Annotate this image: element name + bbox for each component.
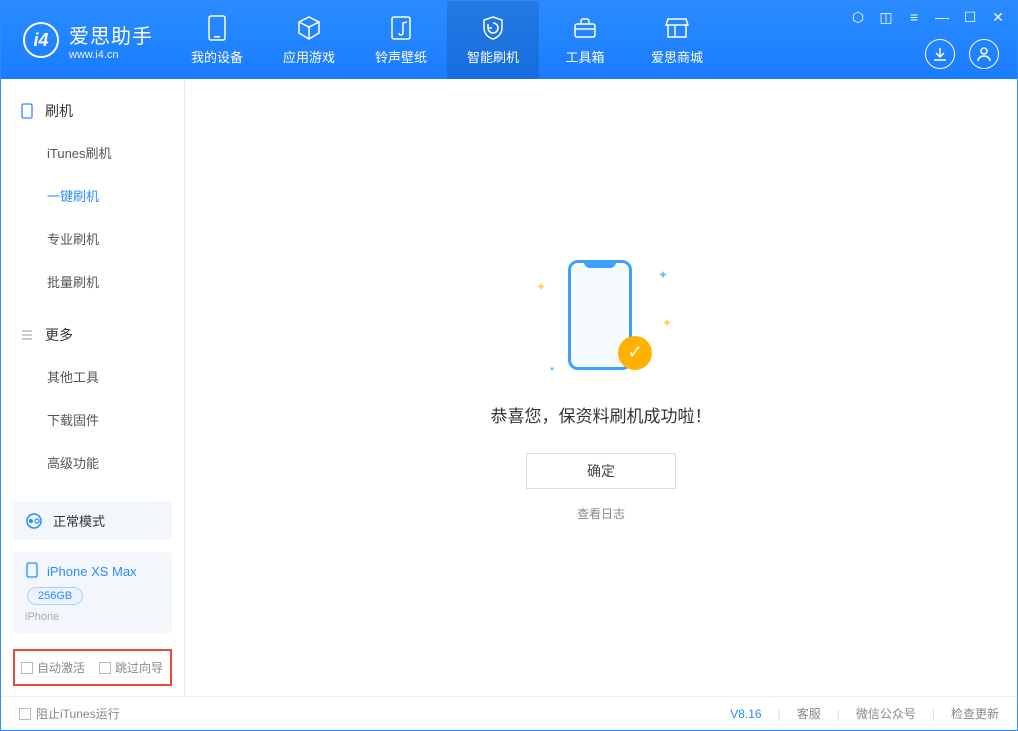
nav-label: 工具箱 xyxy=(565,47,604,66)
nav-label: 爱思商城 xyxy=(651,47,703,66)
maximize-icon[interactable]: ☐ xyxy=(961,9,979,26)
device-name: iPhone XS Max xyxy=(47,564,137,579)
section-title: 更多 xyxy=(45,325,73,345)
app-url: www.i4.cn xyxy=(69,49,153,61)
sidebar-section-flash: 刷机 iTunes刷机 一键刷机 专业刷机 批量刷机 xyxy=(1,79,184,303)
lock-icon[interactable]: ◫ xyxy=(877,9,895,26)
close-icon[interactable]: ✕ xyxy=(989,9,1007,26)
titlebar-controls: ⬡ ◫ ≡ — ☐ ✕ xyxy=(849,9,1007,26)
phone-notch-icon xyxy=(584,260,616,268)
user-button[interactable] xyxy=(969,39,999,69)
nav-tabs: 我的设备 应用游戏 铃声壁纸 智能刷机 工具箱 爱思商城 xyxy=(171,1,723,79)
footer-right: V8.16 | 客服 | 微信公众号 | 检查更新 xyxy=(730,705,999,722)
logo-area: i4 爱思助手 www.i4.cn xyxy=(1,20,171,61)
device-icon xyxy=(25,562,39,581)
checkbox-label: 跳过向导 xyxy=(115,659,163,676)
cube-icon xyxy=(296,15,322,41)
sidebar-header-more[interactable]: 更多 xyxy=(1,315,184,355)
footer-bar: 阻止iTunes运行 V8.16 | 客服 | 微信公众号 | 检查更新 xyxy=(1,696,1017,730)
list-icon xyxy=(19,327,35,343)
checkbox-label: 自动激活 xyxy=(37,659,85,676)
result-message: 恭喜您，保资料刷机成功啦！ xyxy=(491,402,712,427)
nav-tab-apps[interactable]: 应用游戏 xyxy=(263,1,355,79)
tshirt-icon[interactable]: ⬡ xyxy=(849,9,867,26)
footer-link-support[interactable]: 客服 xyxy=(797,705,821,722)
checkbox-label: 阻止iTunes运行 xyxy=(36,705,120,722)
bottom-options-highlighted: 自动激活 跳过向导 xyxy=(13,649,172,686)
shop-icon xyxy=(664,15,690,41)
mode-card[interactable]: 正常模式 xyxy=(13,501,172,540)
block-itunes-checkbox[interactable]: 阻止iTunes运行 xyxy=(19,705,120,722)
mode-icon xyxy=(25,512,43,530)
app-header: i4 爱思助手 www.i4.cn 我的设备 应用游戏 铃声壁纸 智能刷机 工具… xyxy=(1,1,1017,79)
app-logo-icon: i4 xyxy=(23,22,59,58)
nav-label: 铃声壁纸 xyxy=(375,47,427,66)
device-name-row: iPhone XS Max xyxy=(25,562,160,581)
sidebar-item-other-tools[interactable]: 其他工具 xyxy=(1,355,184,398)
nav-tab-device[interactable]: 我的设备 xyxy=(171,1,263,79)
sidebar: 刷机 iTunes刷机 一键刷机 专业刷机 批量刷机 更多 其他工具 下载固件 … xyxy=(1,79,185,696)
device-card[interactable]: iPhone XS Max 256GB iPhone xyxy=(13,552,172,633)
nav-label: 我的设备 xyxy=(191,47,243,66)
nav-label: 智能刷机 xyxy=(467,47,519,66)
sidebar-item-download-firmware[interactable]: 下载固件 xyxy=(1,398,184,441)
sparkle-icon: ✦ xyxy=(536,280,546,294)
download-button[interactable] xyxy=(925,39,955,69)
sidebar-item-pro-flash[interactable]: 专业刷机 xyxy=(1,217,184,260)
sparkle-icon: ✦ xyxy=(662,316,672,330)
view-log-link[interactable]: 查看日志 xyxy=(577,505,625,522)
phone-icon xyxy=(19,103,35,119)
sidebar-item-batch-flash[interactable]: 批量刷机 xyxy=(1,260,184,303)
skip-guide-checkbox[interactable]: 跳过向导 xyxy=(99,659,163,676)
sparkle-icon: • xyxy=(550,362,554,376)
menu-icon[interactable]: ≡ xyxy=(905,9,923,26)
sidebar-item-advanced[interactable]: 高级功能 xyxy=(1,441,184,484)
footer-link-update[interactable]: 检查更新 xyxy=(951,705,999,722)
music-icon xyxy=(388,15,414,41)
body-area: 刷机 iTunes刷机 一键刷机 专业刷机 批量刷机 更多 其他工具 下载固件 … xyxy=(1,79,1017,696)
nav-tab-toolbox[interactable]: 工具箱 xyxy=(539,1,631,79)
app-logo-text: 爱思助手 www.i4.cn xyxy=(69,20,153,61)
sidebar-header-flash[interactable]: 刷机 xyxy=(1,91,184,131)
main-content: ✓ ✦ ✦ • ✦ 恭喜您，保资料刷机成功啦！ 确定 查看日志 xyxy=(185,79,1017,696)
toolbox-icon xyxy=(572,15,598,41)
header-right-buttons xyxy=(925,39,999,69)
shield-icon xyxy=(480,15,506,41)
footer-link-wechat[interactable]: 微信公众号 xyxy=(856,705,916,722)
device-type: iPhone xyxy=(25,611,160,623)
ok-button[interactable]: 确定 xyxy=(526,453,676,489)
version-label: V8.16 xyxy=(730,707,761,721)
success-illustration: ✓ ✦ ✦ • ✦ xyxy=(526,254,676,384)
checkmark-badge-icon: ✓ xyxy=(618,336,652,370)
checkbox-icon xyxy=(19,708,31,720)
sparkle-icon: ✦ xyxy=(658,268,668,282)
device-storage-badge: 256GB xyxy=(27,587,83,605)
app-name: 爱思助手 xyxy=(69,20,153,49)
nav-label: 应用游戏 xyxy=(283,47,335,66)
sidebar-item-itunes-flash[interactable]: iTunes刷机 xyxy=(1,131,184,174)
nav-tab-shop[interactable]: 爱思商城 xyxy=(631,1,723,79)
section-title: 刷机 xyxy=(45,101,73,121)
auto-activate-checkbox[interactable]: 自动激活 xyxy=(21,659,85,676)
nav-tab-flash[interactable]: 智能刷机 xyxy=(447,1,539,79)
sidebar-section-more: 更多 其他工具 下载固件 高级功能 xyxy=(1,303,184,484)
device-icon xyxy=(204,15,230,41)
nav-tab-ringtones[interactable]: 铃声壁纸 xyxy=(355,1,447,79)
checkbox-icon xyxy=(99,662,111,674)
mode-label: 正常模式 xyxy=(53,511,105,530)
sidebar-item-oneclick-flash[interactable]: 一键刷机 xyxy=(1,174,184,217)
minimize-icon[interactable]: — xyxy=(933,9,951,26)
checkbox-icon xyxy=(21,662,33,674)
